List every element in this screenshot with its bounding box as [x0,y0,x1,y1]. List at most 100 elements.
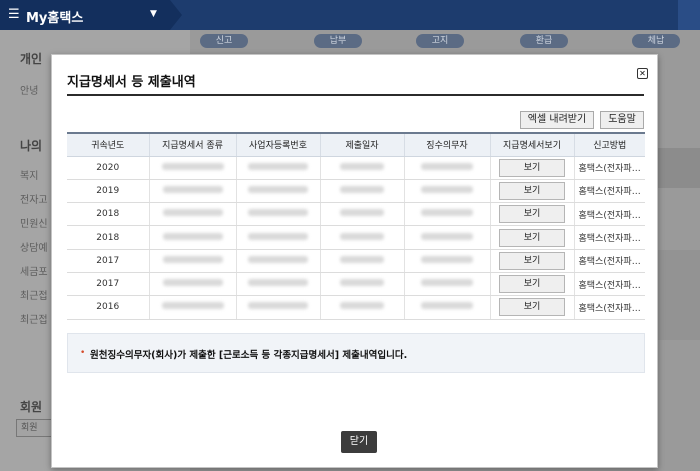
redacted-text [340,232,384,240]
redacted-text [340,255,384,263]
redacted-text [248,209,308,217]
redacted-text [162,279,223,287]
cell-view: 보기 [490,156,575,180]
redacted-text [248,255,308,263]
cell-withholder-redacted [404,272,491,297]
sidebar-item: 세금포 [20,267,48,278]
cell-year: 2020 [67,156,150,180]
tab-report: 신고 [200,34,248,48]
hamburger-icon[interactable]: ☰ [8,7,20,22]
table-row: 2020 보기 홈택스(전자파… [67,156,645,180]
excel-download-button[interactable]: 엑셀 내려받기 [520,111,594,129]
cell-type-redacted [149,179,237,204]
cell-business-number-redacted [236,179,321,204]
app-title[interactable]: My홈택스 [26,7,83,26]
submission-table: 귀속년도 지급명세서 종류 사업자등록번호 제출일자 징수의무자 지급명세서보기… [67,132,645,320]
background-panel [656,250,700,340]
cell-year: 2018 [67,202,150,227]
notice-text: 원천징수의무자(회사)가 제출한 [근로소득 등 각종지급명세서] 제출내역입니… [90,350,408,361]
redacted-text [162,185,223,193]
cell-report-method: 홈택스(전자파… [574,156,645,180]
redacted-text [340,209,384,217]
cell-withholder-redacted [404,249,491,273]
cell-view: 보기 [490,272,575,297]
my-hometax-menu[interactable]: ☰ My홈택스 ▼ [0,0,182,30]
cell-view: 보기 [490,225,575,250]
help-button[interactable]: 도움말 [600,111,644,129]
view-button[interactable]: 보기 [499,205,565,224]
redacted-text [248,302,308,310]
column-header-view[interactable]: 지급명세서보기 [490,132,575,157]
cell-type-redacted [149,272,237,297]
cell-report-method: 홈택스(전자파… [574,295,645,320]
column-header-submit-date[interactable]: 제출일자 [320,132,405,157]
redacted-text [248,185,308,193]
redacted-text [421,302,473,310]
view-button[interactable]: 보기 [499,275,565,294]
cell-view: 보기 [490,249,575,273]
cell-business-number-redacted [236,156,321,180]
redacted-text [162,232,223,240]
cell-withholder-redacted [404,179,491,204]
redacted-text [421,232,473,240]
cell-withholder-redacted [404,202,491,227]
column-header-type[interactable]: 지급명세서 종류 [149,132,237,157]
tab-arrears: 체납 [632,34,680,48]
redacted-text [340,302,384,310]
redacted-text [162,255,223,263]
cell-report-method: 홈택스(전자파… [574,179,645,204]
cell-year: 2017 [67,249,150,273]
dialog-title: 지급명세서 등 제출내역 [67,75,196,90]
column-header-withholder[interactable]: 징수의무자 [404,132,491,157]
cell-submit-date-redacted [320,202,405,227]
table-row: 2017 보기 홈택스(전자파… [67,272,645,297]
cell-report-method: 홈택스(전자파… [574,249,645,273]
cell-year: 2017 [67,272,150,297]
close-icon[interactable]: ✕ [637,68,648,79]
redacted-text [421,185,473,193]
redacted-text [340,279,384,287]
cell-year: 2018 [67,225,150,250]
redacted-text [161,302,224,310]
redacted-text [340,185,384,193]
cell-submit-date-redacted [320,225,405,250]
cell-type-redacted [149,202,237,227]
redacted-text [248,162,308,170]
sidebar-item: 복지 [20,171,39,182]
sidebar-item: 최근접 [20,315,48,326]
sidebar-heading-my: 나의 [20,139,43,153]
redacted-text [161,162,224,170]
sidebar-heading-member: 회원 [20,400,43,414]
redacted-text [421,209,473,217]
cell-business-number-redacted [236,295,321,320]
cell-type-redacted [149,156,237,180]
view-button[interactable]: 보기 [499,228,565,247]
close-button[interactable]: 닫기 [341,431,377,453]
cell-business-number-redacted [236,272,321,297]
redacted-text [248,232,308,240]
cell-submit-date-redacted [320,272,405,297]
view-button[interactable]: 보기 [499,251,565,270]
view-button[interactable]: 보기 [499,298,565,317]
cell-type-redacted [149,249,237,273]
table-header-row: 귀속년도 지급명세서 종류 사업자등록번호 제출일자 징수의무자 지급명세서보기… [67,132,645,157]
sidebar-heading-personal: 개인 [20,52,43,66]
cell-report-method: 홈택스(전자파… [574,202,645,227]
table-row: 2018 보기 홈택스(전자파… [67,225,645,250]
notice-box: • 원천징수의무자(회사)가 제출한 [근로소득 등 각종지급명세서] 제출내역… [67,333,645,373]
column-header-method[interactable]: 신고방법 [574,132,645,157]
cell-view: 보기 [490,295,575,320]
view-button[interactable]: 보기 [499,158,565,177]
chevron-down-icon[interactable]: ▼ [150,9,157,19]
cell-view: 보기 [490,202,575,227]
column-header-business-number[interactable]: 사업자등록번호 [236,132,321,157]
redacted-text [248,279,308,287]
sidebar-item: 전자고 [20,195,48,206]
cell-business-number-redacted [236,225,321,250]
cell-type-redacted [149,225,237,250]
topbar-right-tab[interactable] [678,0,700,30]
cell-view: 보기 [490,179,575,204]
column-header-year[interactable]: 귀속년도 [67,132,150,157]
view-button[interactable]: 보기 [499,181,565,200]
sidebar-item: 민원신 [20,219,48,230]
